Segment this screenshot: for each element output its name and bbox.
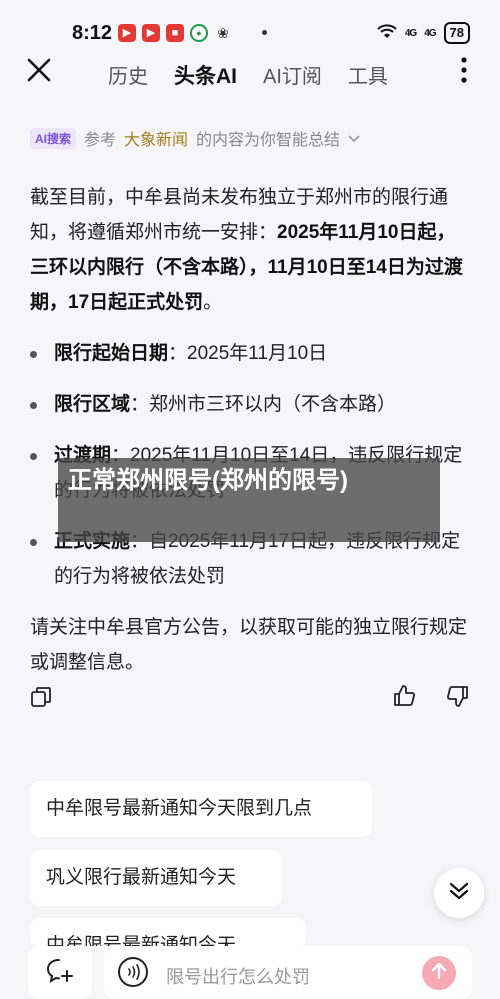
double-chevron-down-icon <box>448 881 470 906</box>
signal-2-icon: 4G <box>424 27 436 39</box>
new-chat-button[interactable] <box>28 946 92 999</box>
arrow-up-icon <box>431 962 447 985</box>
more-options-icon[interactable] <box>460 56 468 90</box>
notif-app-3-icon: ■ <box>166 24 184 42</box>
ai-answer: 截至目前，中牟县尚未发布独立于郑州市的限行通知，将遵循郑州市统一安排：2025年… <box>30 180 470 680</box>
notif-app-4-icon: ● <box>190 24 208 42</box>
scroll-down-button[interactable] <box>434 868 484 918</box>
wifi-icon <box>377 23 397 43</box>
status-dot-icon <box>262 30 267 35</box>
voice-input-icon[interactable] <box>118 957 148 987</box>
tab-ai-subscribe[interactable]: AI订阅 <box>263 60 322 90</box>
send-button[interactable] <box>422 956 456 990</box>
tab-tools[interactable]: 工具 <box>348 60 388 90</box>
list-item: 限行起始日期：2025年11月10日 <box>30 336 470 371</box>
thumbs-down-icon[interactable] <box>446 684 470 708</box>
battery-indicator: 78 <box>443 22 470 44</box>
answer-intro-end: 。 <box>203 292 223 313</box>
source-name[interactable]: 大象新闻 <box>124 126 188 150</box>
notif-app-5-icon: ❀ <box>217 25 229 41</box>
suggestion-chip[interactable]: 中牟限号最新通知今天限到几点 <box>30 781 372 837</box>
source-line[interactable]: AI搜索 参考 大象新闻 的内容为你智能总结 <box>30 126 360 150</box>
chevron-down-icon[interactable] <box>348 130 360 146</box>
tab-toutiao-ai[interactable]: 头条AI <box>174 60 237 90</box>
thumbs-up-icon[interactable] <box>392 684 416 708</box>
new-chat-icon <box>45 956 75 989</box>
source-prefix: 参考 <box>84 132 117 149</box>
bullet-text: ：2025年11月10日 <box>168 343 328 364</box>
answer-intro: 截至目前，中牟县尚未发布独立于郑州市的限行通知，将遵循郑州市统一安排：2025年… <box>30 180 470 320</box>
list-item: 限行区域：郑州市三环以内（不含本路） <box>30 387 470 422</box>
top-nav: 历史 头条AI AI订阅 工具 <box>0 54 500 94</box>
status-right: 4G 4G 78 <box>377 22 470 44</box>
source-suffix: 的内容为你智能总结 <box>196 132 341 149</box>
signal-1-icon: 4G <box>404 27 417 39</box>
bullet-label: 限行区域 <box>54 394 131 415</box>
notification-icons: ▶ ▶ ■ ● ❀ <box>118 24 232 42</box>
copy-icon[interactable] <box>30 686 52 708</box>
suggestion-chip[interactable]: 中牟限号最新通知今天 <box>30 918 306 948</box>
notif-app-1-icon: ▶ <box>118 24 136 42</box>
status-bar: 8:12 ▶ ▶ ■ ● ❀ 4G 4G 78 <box>0 0 500 54</box>
watermark-overlay: 正常郑州限号(郑州的限号) <box>58 458 440 542</box>
notif-app-2-icon: ▶ <box>142 24 160 42</box>
bullet-label: 限行起始日期 <box>54 343 169 364</box>
search-input[interactable]: 限号出行怎么处罚 <box>104 946 472 999</box>
close-icon[interactable] <box>24 56 54 86</box>
bullet-text: ：郑州市三环以内（不含本路） <box>130 394 397 415</box>
tab-history[interactable]: 历史 <box>108 60 148 90</box>
bottom-input-bar: 限号出行怎么处罚 <box>0 946 500 999</box>
input-placeholder: 限号出行怎么处罚 <box>166 967 310 987</box>
ai-search-badge: AI搜索 <box>30 127 77 149</box>
suggestion-chip[interactable]: 巩义限行最新通知今天 <box>30 850 282 906</box>
status-time: 8:12 <box>72 22 113 44</box>
answer-closing: 请关注中牟县官方公告，以获取可能的独立限行规定或调整信息。 <box>30 617 468 673</box>
nav-tabs: 历史 头条AI AI订阅 工具 <box>108 60 388 90</box>
